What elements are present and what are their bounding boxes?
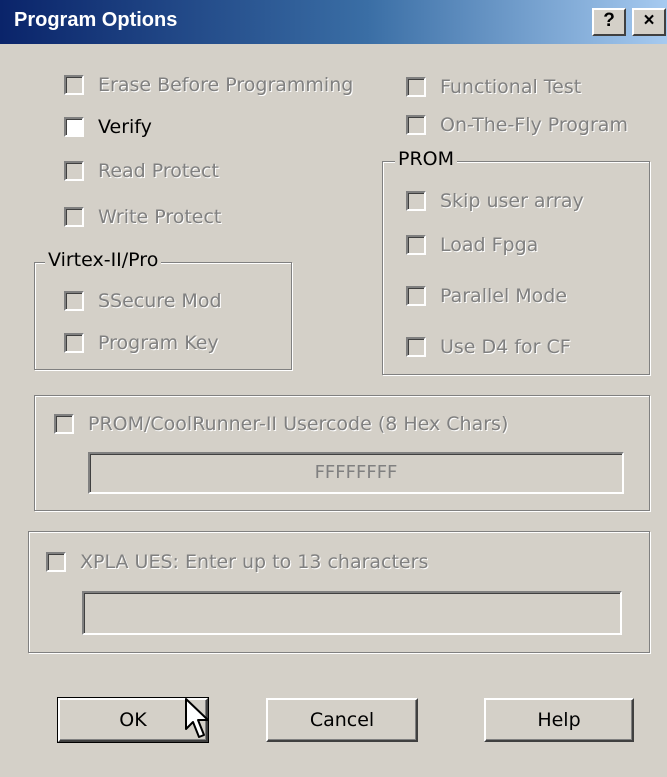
verify-checkbox[interactable]: Verify	[64, 112, 152, 142]
help-button[interactable]: Help	[484, 698, 634, 742]
close-icon[interactable]: ×	[632, 8, 666, 36]
checkbox-box[interactable]	[64, 291, 84, 311]
load-fpga-checkbox[interactable]: Load Fpga	[406, 230, 538, 260]
checkbox-label: SSecure Mod	[98, 290, 222, 312]
checkbox-label: Program Key	[98, 332, 219, 354]
cancel-button[interactable]: Cancel	[266, 698, 418, 742]
checkbox-label: On-The-Fly Program	[440, 114, 628, 136]
checkbox-box[interactable]	[406, 337, 426, 357]
checkbox-box[interactable]	[406, 115, 426, 135]
mouse-pointer-icon	[185, 698, 209, 738]
checkbox-box[interactable]	[406, 191, 426, 211]
prom-group-label: PROM	[395, 148, 458, 170]
erase-before-programming-checkbox[interactable]: Erase Before Programming	[64, 70, 353, 100]
usercode-input[interactable]: FFFFFFFF	[88, 452, 624, 494]
checkbox-label: Read Protect	[98, 160, 219, 182]
checkbox-box[interactable]	[64, 75, 84, 95]
functional-test-checkbox[interactable]: Functional Test	[406, 72, 581, 102]
virtex-group-label: Virtex-II/Pro	[45, 249, 162, 271]
checkbox-box[interactable]	[64, 161, 84, 181]
write-protect-checkbox[interactable]: Write Protect	[64, 202, 221, 232]
ssecure-mod-checkbox[interactable]: SSecure Mod	[64, 286, 222, 316]
checkbox-label: Use D4 for CF	[440, 336, 571, 358]
checkbox-label: PROM/CoolRunner-II Usercode (8 Hex Chars…	[88, 413, 509, 435]
xpla-ues-input[interactable]	[82, 591, 622, 635]
checkbox-box[interactable]	[406, 77, 426, 97]
checkbox-label: Write Protect	[98, 206, 222, 228]
checkbox-label: XPLA UES: Enter up to 13 characters	[80, 551, 429, 573]
checkbox-label: Skip user array	[440, 190, 584, 212]
checkbox-label: Parallel Mode	[440, 285, 568, 307]
parallel-mode-checkbox[interactable]: Parallel Mode	[406, 281, 567, 311]
read-protect-checkbox[interactable]: Read Protect	[64, 156, 219, 186]
program-options-dialog: Program Options ? × Erase Before Program…	[0, 0, 667, 777]
checkbox-box[interactable]	[64, 117, 84, 137]
checkbox-box[interactable]	[54, 414, 74, 434]
program-key-checkbox[interactable]: Program Key	[64, 328, 219, 358]
checkbox-box[interactable]	[64, 207, 84, 227]
checkbox-label: Erase Before Programming	[98, 74, 354, 96]
usercode-checkbox[interactable]: PROM/CoolRunner-II Usercode (8 Hex Chars…	[54, 409, 508, 439]
skip-user-array-checkbox[interactable]: Skip user array	[406, 186, 584, 216]
checkbox-box[interactable]	[64, 333, 84, 353]
on-the-fly-program-checkbox[interactable]: On-The-Fly Program	[406, 110, 628, 140]
checkbox-box[interactable]	[406, 286, 426, 306]
checkbox-label: Load Fpga	[440, 234, 539, 256]
checkbox-box[interactable]	[406, 235, 426, 255]
checkbox-label: Functional Test	[440, 76, 582, 98]
checkbox-box[interactable]	[46, 552, 66, 572]
use-d4-for-cf-checkbox[interactable]: Use D4 for CF	[406, 332, 571, 362]
xpla-ues-checkbox[interactable]: XPLA UES: Enter up to 13 characters	[46, 547, 428, 577]
help-icon[interactable]: ?	[592, 8, 626, 36]
title-bar[interactable]: Program Options ? ×	[0, 0, 667, 44]
checkbox-label: Verify	[98, 116, 152, 138]
dialog-title: Program Options	[14, 9, 178, 31]
